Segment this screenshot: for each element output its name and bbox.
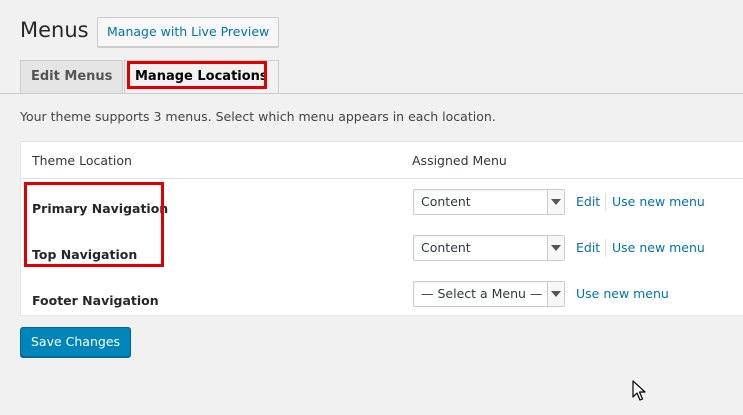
- edit-menu-link[interactable]: Edit: [576, 240, 600, 255]
- column-header-assigned-menu: Assigned Menu: [412, 153, 507, 168]
- link-separator: [605, 193, 606, 211]
- chevron-down-icon: [547, 236, 564, 260]
- chevron-down-icon: [547, 282, 564, 306]
- select-value: — Select a Menu —: [421, 286, 543, 301]
- use-new-menu-link[interactable]: Use new menu: [612, 194, 705, 209]
- location-primary-navigation: Primary Navigation: [32, 201, 169, 216]
- theme-support-description: Your theme supports 3 menus. Select whic…: [20, 109, 496, 124]
- menus-page: Menus Manage with Live Preview Edit Menu…: [0, 0, 743, 415]
- top-navigation-menu-select[interactable]: Content: [413, 235, 565, 261]
- table-row: Top Navigation Content Edit Use new menu: [21, 235, 743, 281]
- tab-manage-locations[interactable]: Manage Locations: [124, 60, 279, 93]
- select-value: Content: [421, 194, 471, 209]
- use-new-menu-link[interactable]: Use new menu: [576, 286, 669, 301]
- primary-navigation-menu-select[interactable]: Content: [413, 189, 565, 215]
- chevron-down-icon: [547, 190, 564, 214]
- select-value: Content: [421, 240, 471, 255]
- table-row: Footer Navigation — Select a Menu — Use …: [21, 281, 743, 327]
- use-new-menu-link[interactable]: Use new menu: [612, 240, 705, 255]
- mouse-cursor-icon: [632, 380, 646, 406]
- tab-edit-menus[interactable]: Edit Menus: [20, 60, 124, 93]
- menu-locations-table: Theme Location Assigned Menu Primary Nav…: [20, 141, 743, 316]
- edit-menu-link[interactable]: Edit: [576, 194, 600, 209]
- link-separator: [605, 239, 606, 257]
- location-footer-navigation: Footer Navigation: [32, 293, 159, 308]
- location-top-navigation: Top Navigation: [32, 247, 138, 262]
- table-row: Primary Navigation Content Edit Use new …: [21, 189, 743, 235]
- column-header-theme-location: Theme Location: [32, 153, 132, 168]
- tab-divider: [0, 93, 743, 94]
- page-title: Menus: [20, 18, 89, 42]
- save-changes-button[interactable]: Save Changes: [20, 327, 132, 357]
- footer-navigation-menu-select[interactable]: — Select a Menu —: [413, 281, 565, 307]
- table-header: Theme Location Assigned Menu: [21, 142, 743, 179]
- manage-live-preview-button[interactable]: Manage with Live Preview: [97, 17, 280, 47]
